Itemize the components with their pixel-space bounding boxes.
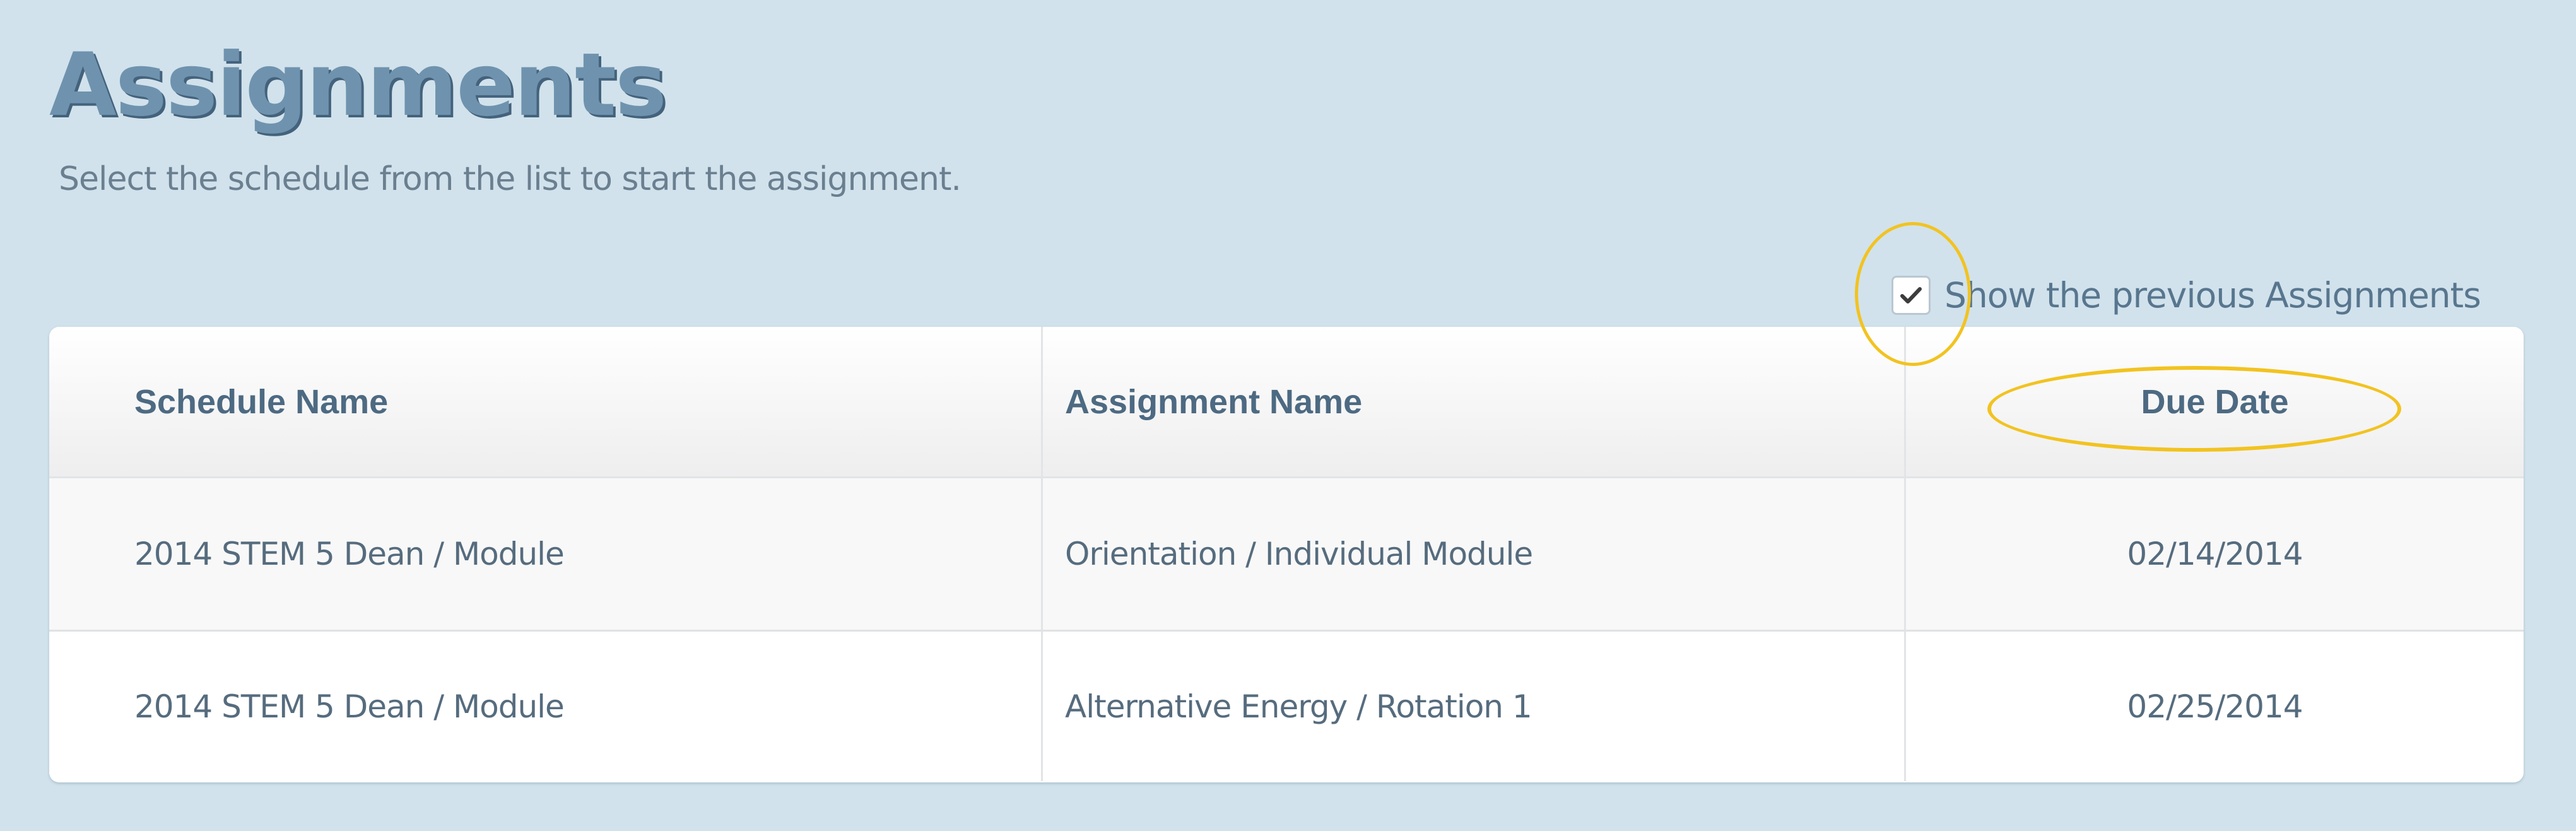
assignments-table: Schedule Name Assignment Name Due Date 2… [49,327,2524,782]
show-previous-toggle[interactable]: Show the previous Assignments [1891,270,2481,321]
table-header-row: Schedule Name Assignment Name Due Date [49,327,2524,478]
cell-due-date[interactable]: 02/14/2014 [1904,478,2524,630]
cell-assignment-name[interactable]: Orientation / Individual Module [1041,478,1904,630]
cell-schedule-name[interactable]: 2014 STEM 5 Dean / Module [49,478,1041,630]
column-header-schedule-name[interactable]: Schedule Name [49,327,1041,476]
table-row[interactable]: 2014 STEM 5 Dean / Module Orientation / … [49,478,2524,630]
column-header-assignment-name[interactable]: Assignment Name [1041,327,1904,476]
cell-due-date[interactable]: 02/25/2014 [1904,632,2524,781]
show-previous-checkbox[interactable] [1891,276,1931,315]
show-previous-label[interactable]: Show the previous Assignments [1944,275,2481,315]
table-row[interactable]: 2014 STEM 5 Dean / Module Alternative En… [49,630,2524,781]
cell-schedule-name[interactable]: 2014 STEM 5 Dean / Module [49,632,1041,781]
cell-assignment-name[interactable]: Alternative Energy / Rotation 1 [1041,632,1904,781]
column-header-due-date[interactable]: Due Date [1904,327,2524,476]
checkmark-icon [1900,287,1922,304]
page-subtitle: Select the schedule from the list to sta… [59,160,962,198]
page-title: Assignments [49,34,667,136]
